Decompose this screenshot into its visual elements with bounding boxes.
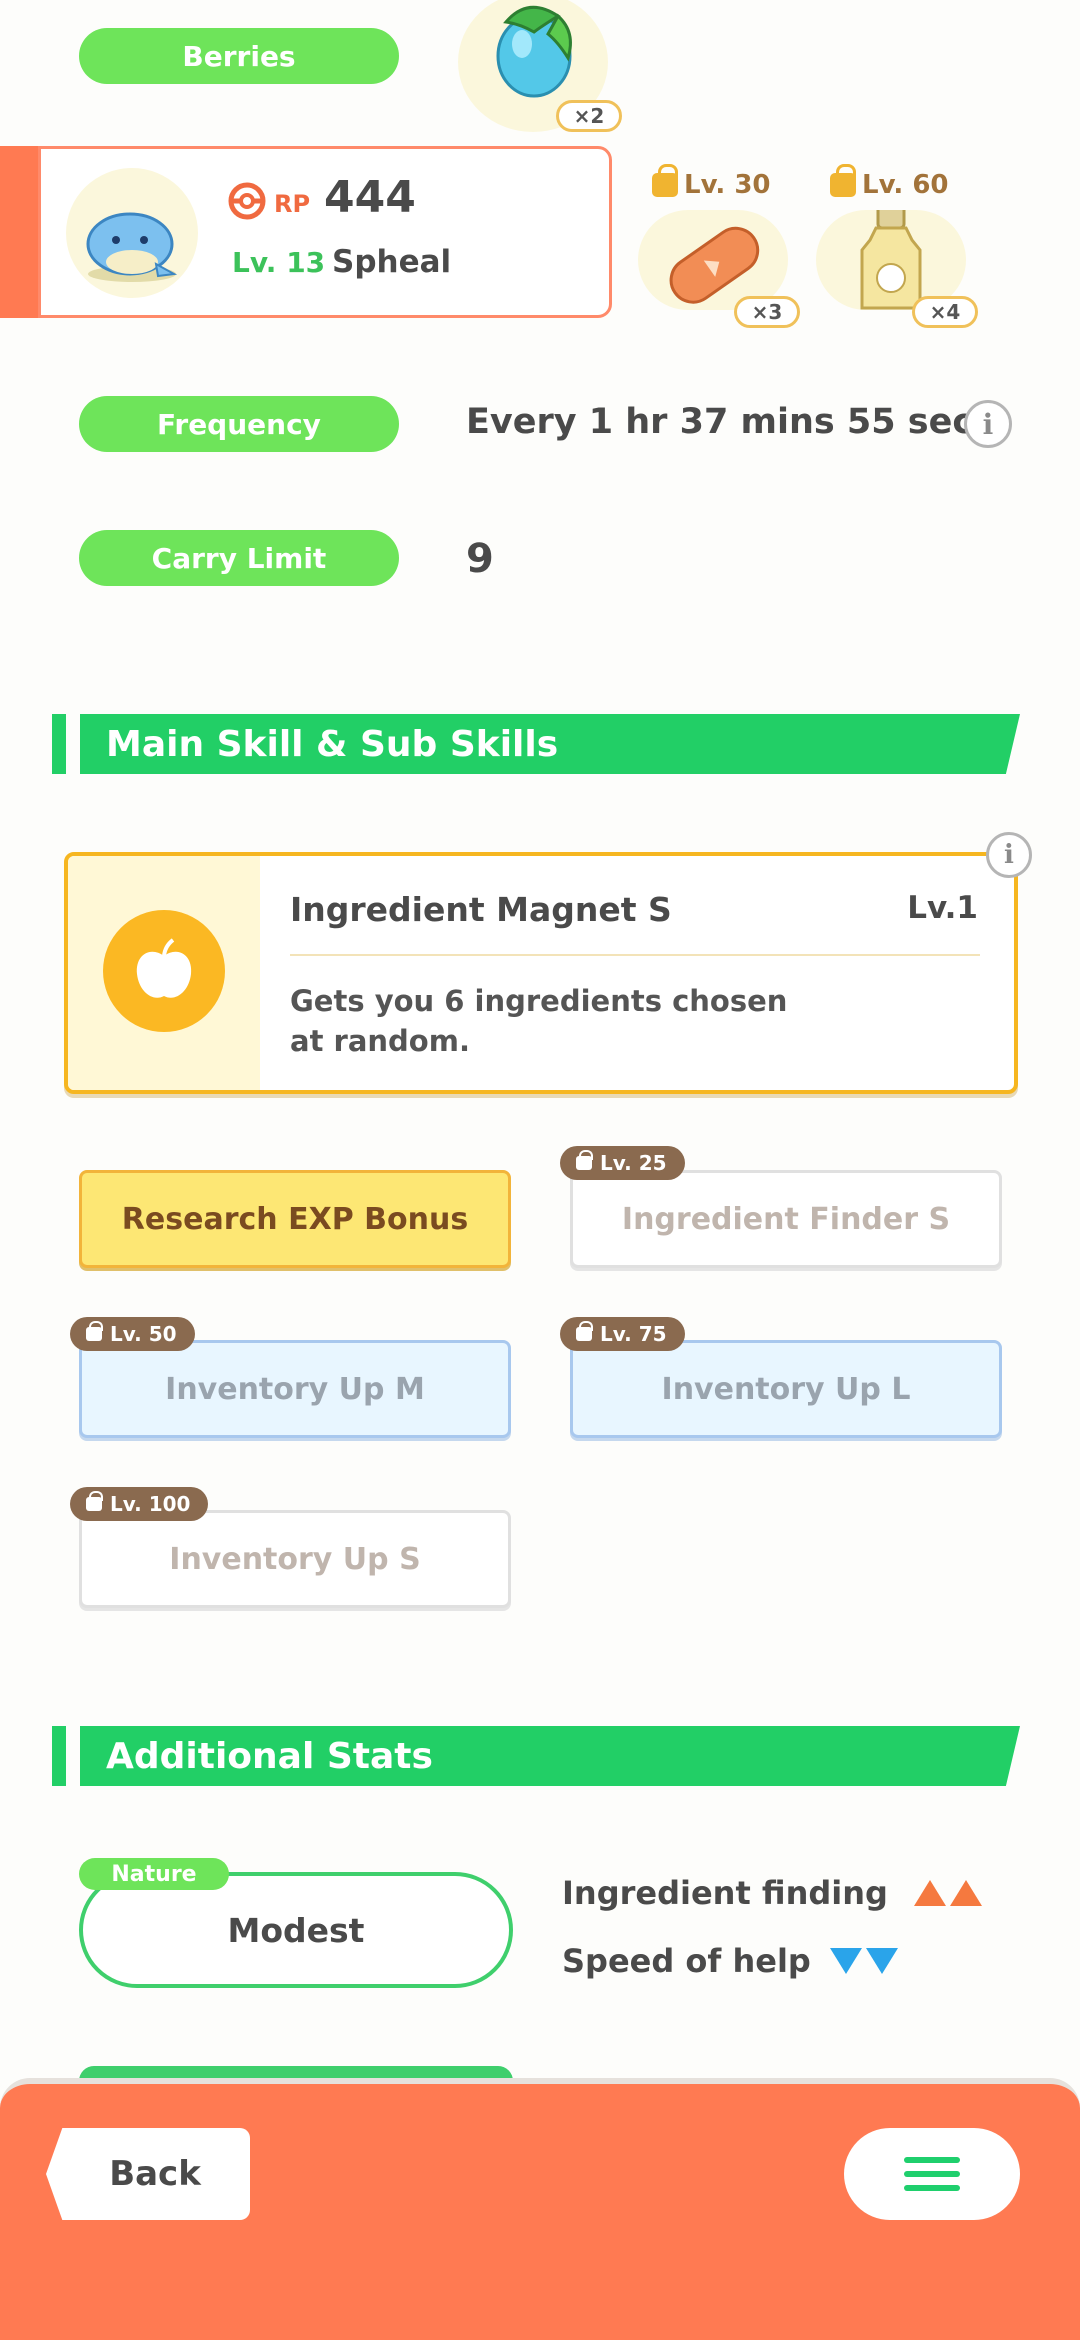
back-button[interactable]: Back	[46, 2128, 250, 2220]
ingredient-unlock-lv30: Lv. 30	[652, 164, 771, 200]
ingredient-slot-1[interactable]	[638, 210, 788, 310]
ingredient-quantity-1: ×3	[734, 296, 800, 328]
frequency-info-icon[interactable]: i	[964, 400, 1012, 448]
carry-limit-value: 9	[466, 536, 494, 582]
card-accent	[0, 146, 38, 318]
skill-divider	[290, 954, 980, 956]
pokemon-avatar	[66, 168, 198, 298]
unlock-tag-lv25: Lv. 25	[560, 1146, 685, 1180]
apple-icon	[136, 938, 192, 998]
sub-skill-inventory-up-l[interactable]: Inventory Up L	[570, 1340, 1002, 1438]
rp-pokeball-icon	[228, 182, 266, 220]
lock-icon	[576, 1150, 593, 1170]
up-arrows-icon	[914, 1880, 982, 1906]
main-skill-description-line1: Gets you 6 ingredients chosen	[290, 984, 788, 1018]
ingredient-quantity-2: ×4	[912, 296, 978, 328]
carry-limit-label: Carry Limit	[79, 530, 399, 586]
unlock-tag-lv75: Lv. 75	[560, 1317, 685, 1351]
sub-skill-research-exp-bonus[interactable]: Research EXP Bonus	[79, 1170, 511, 1268]
ingredient-slot-2[interactable]	[816, 204, 966, 310]
main-skill-level: Lv.1	[907, 890, 978, 926]
nature-down-stat: Speed of help	[562, 1942, 811, 1980]
sub-skill-inventory-up-m[interactable]: Inventory Up M	[79, 1340, 511, 1438]
sub-skill-inventory-up-s[interactable]: Inventory Up S	[79, 1510, 511, 1608]
down-arrows-icon	[830, 1948, 898, 1974]
nature-up-stat: Ingredient finding	[562, 1874, 888, 1912]
main-skill-info-icon[interactable]: i	[986, 832, 1032, 878]
unlock-tag-lv50: Lv. 50	[70, 1317, 195, 1351]
pokemon-card[interactable]: RP 444 Lv. 13 Spheal	[0, 146, 612, 318]
rp-value: 444	[324, 172, 416, 223]
rp-label: RP	[274, 190, 311, 218]
section-stub	[52, 1726, 66, 1786]
pokemon-name: Spheal	[332, 244, 452, 280]
unlock-tag-lv100: Lv. 100	[70, 1487, 209, 1521]
additional-stats-section-header: Additional Stats	[52, 1726, 1020, 1786]
section-title: Main Skill & Sub Skills	[80, 714, 1020, 774]
main-skill-description-line2: at random.	[290, 1024, 470, 1058]
sausage-icon	[669, 226, 760, 304]
nature-value: Modest	[227, 1910, 365, 1950]
frequency-value: Every 1 hr 37 mins 55 secs	[466, 402, 994, 442]
berries-label: Berries	[79, 28, 399, 84]
main-skill-section-header: Main Skill & Sub Skills	[52, 714, 1020, 774]
skill-icon-area	[68, 856, 260, 1090]
ingredient-unlock-lv60: Lv. 60	[830, 164, 949, 200]
main-skill-name: Ingredient Magnet S	[290, 890, 672, 929]
hamburger-menu-icon	[904, 2157, 960, 2163]
nature-label: Nature	[79, 1858, 229, 1890]
lock-icon	[86, 1321, 103, 1341]
hamburger-menu-icon	[904, 2185, 960, 2191]
skill-icon-circle	[103, 910, 225, 1032]
main-skill-card[interactable]: Ingredient Magnet S Lv.1 Gets you 6 ingr…	[64, 852, 1018, 1094]
berry-quantity: ×2	[556, 100, 622, 132]
lock-icon	[652, 164, 678, 197]
menu-button[interactable]	[844, 2128, 1020, 2220]
hamburger-menu-icon	[904, 2171, 960, 2177]
frequency-label: Frequency	[79, 396, 399, 452]
oil-bottle-icon	[860, 204, 922, 310]
lock-icon	[86, 1491, 103, 1511]
sub-skill-ingredient-finder-s[interactable]: Ingredient Finder S	[570, 1170, 1002, 1268]
lock-icon	[830, 164, 856, 197]
spheal-icon	[86, 212, 178, 282]
pokemon-level: Lv. 13	[232, 246, 326, 279]
section-title: Additional Stats	[80, 1726, 1020, 1786]
lock-icon	[576, 1321, 593, 1341]
section-stub	[52, 714, 66, 774]
